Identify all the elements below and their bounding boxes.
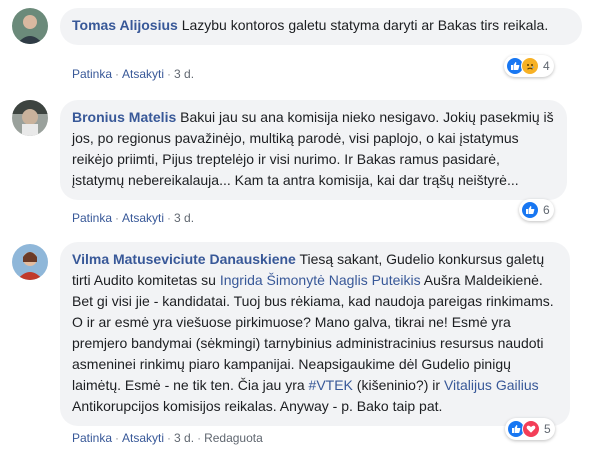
reply-link[interactable]: Atsakyti [122,211,164,225]
avatar[interactable] [12,100,48,136]
comment-actions: Patinka · Atsakyti · 3 d. [72,67,195,81]
avatar[interactable] [12,8,48,44]
reaction-count: 5 [544,422,551,436]
comment-bubble: Tomas Alijosius Lazybu kontoros galetu s… [60,8,582,45]
like-link[interactable]: Patinka [72,211,112,225]
comment-text: Antikorupcijos komisijos reikalas. Anywa… [72,398,443,414]
comment-actions: Patinka · Atsakyti · 3 d. · Redaguota [72,431,263,445]
edited-label[interactable]: Redaguota [204,431,263,445]
comment-time[interactable]: 3 d. [174,67,194,81]
comment-author[interactable]: Vilma Matuseviciute Danauskiene [72,251,296,267]
reply-link[interactable]: Atsakyti [122,431,164,445]
avatar[interactable] [12,244,48,280]
comment-author[interactable]: Tomas Alijosius [72,17,178,33]
comment-time[interactable]: 3 d. [174,431,194,445]
reaction-count: 4 [543,59,550,73]
tagged-users-link[interactable]: Ingrida Šimonytė Naglis Puteikis [220,272,421,288]
comment-time[interactable]: 3 d. [174,211,194,225]
love-icon [522,420,540,438]
comment-actions: Patinka · Atsakyti · 3 d. [72,211,195,225]
reactions-summary[interactable]: 4 [504,55,554,77]
tagged-user-link[interactable]: Vitalijus Gailius [444,377,539,393]
avatar-photo-icon [12,8,48,44]
like-icon [521,201,539,219]
comment-bubble: Vilma Matuseviciute Danauskiene Tiesą sa… [60,242,570,426]
reply-link[interactable]: Atsakyti [122,67,164,81]
hashtag-link[interactable]: #VTEK [309,377,353,393]
like-link[interactable]: Patinka [72,431,112,445]
comment-text: Aušra Maldeikienė. Bet gi visi jie - kan… [72,272,554,393]
sad-icon [521,57,539,75]
avatar-photo-icon [12,100,48,136]
comment-author[interactable]: Bronius Matelis [72,109,176,125]
reactions-summary[interactable]: 6 [519,199,554,221]
reaction-count: 6 [543,203,550,217]
reactions-summary[interactable]: 5 [505,418,555,440]
comment-text: (kišeninio?) ir [356,377,441,393]
avatar-photo-icon [12,244,48,280]
comment-text: Lazybu kontoros galetu statyma daryti ar… [181,17,549,33]
comment-bubble: Bronius Matelis Bakui jau su ana komisij… [60,100,567,200]
like-link[interactable]: Patinka [72,67,112,81]
